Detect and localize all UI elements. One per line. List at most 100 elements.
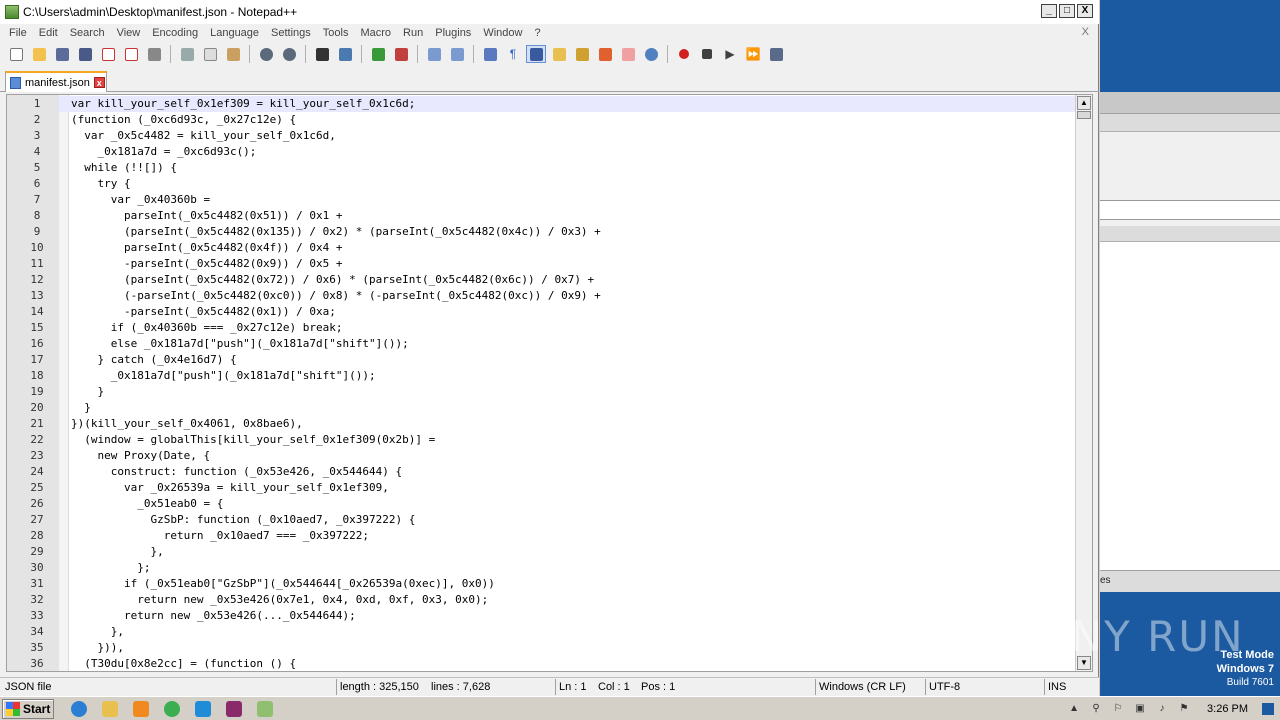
play-macro-icon[interactable]: ▶ — [720, 45, 740, 63]
close-file-icon[interactable] — [98, 45, 118, 63]
close-button[interactable]: X — [1077, 4, 1093, 18]
paste-icon[interactable] — [223, 45, 243, 63]
code-text[interactable]: -parseInt(_0x5c4482(0x9)) / 0x5 + — [71, 256, 343, 272]
vertical-scrollbar[interactable]: ▲ ▼ — [1075, 95, 1092, 671]
code-text[interactable]: (parseInt(_0x5c4482(0x72)) / 0x6) * (par… — [71, 272, 594, 288]
code-text[interactable]: (window = globalThis[kill_your_self_0x1e… — [71, 432, 435, 448]
code-text[interactable]: (parseInt(_0x5c4482(0x135)) / 0x2) * (pa… — [71, 224, 601, 240]
code-text[interactable]: var _0x26539a = kill_your_self_0x1ef309, — [71, 480, 389, 496]
open-file-icon[interactable] — [29, 45, 49, 63]
document-list-icon[interactable] — [618, 45, 638, 63]
code-text[interactable]: if (_0x51eab0["GzSbP"](_0x544644[_0x2653… — [71, 576, 495, 592]
scroll-up-icon[interactable]: ▲ — [1077, 96, 1091, 110]
menu-macro[interactable]: Macro — [354, 27, 397, 39]
flag-icon[interactable]: ⚐ — [1111, 702, 1125, 716]
menu-language[interactable]: Language — [204, 27, 265, 39]
code-line[interactable]: 29 }, — [7, 544, 1077, 560]
code-text[interactable]: if (_0x40360b === _0x27c12e) break; — [71, 320, 343, 336]
code-line[interactable]: 33 return new _0x53e426(..._0x544644); — [7, 608, 1077, 624]
copy-icon[interactable] — [200, 45, 220, 63]
edge-icon[interactable] — [191, 699, 215, 719]
menu-file[interactable]: File — [3, 27, 33, 39]
monitoring-icon[interactable] — [641, 45, 661, 63]
code-text[interactable]: (function (_0xc6d93c, _0x27c12e) { — [71, 112, 296, 128]
status-eol[interactable]: Windows (CR LF) — [819, 681, 906, 693]
action-center-icon[interactable]: ⚑ — [1177, 702, 1191, 716]
code-line[interactable]: 27 GzSbP: function (_0x10aed7, _0x397222… — [7, 512, 1077, 528]
word-wrap-icon[interactable] — [480, 45, 500, 63]
menu-search[interactable]: Search — [64, 27, 111, 39]
folder-as-workspace-icon[interactable] — [595, 45, 615, 63]
status-encoding[interactable]: UTF-8 — [929, 681, 960, 693]
code-text[interactable]: GzSbP: function (_0x10aed7, _0x397222) { — [71, 512, 415, 528]
document-map-icon[interactable] — [549, 45, 569, 63]
code-text[interactable]: parseInt(_0x5c4482(0x51)) / 0x1 + — [71, 208, 343, 224]
zoom-in-icon[interactable] — [368, 45, 388, 63]
code-text[interactable]: }, — [71, 624, 124, 640]
menu-run[interactable]: Run — [397, 27, 429, 39]
code-line[interactable]: 22 (window = globalThis[kill_your_self_0… — [7, 432, 1077, 448]
code-line[interactable]: 6 try { — [7, 176, 1077, 192]
code-line[interactable]: 20 } — [7, 400, 1077, 416]
code-line[interactable]: 26 _0x51eab0 = { — [7, 496, 1077, 512]
volume-icon[interactable]: ♪ — [1155, 702, 1169, 716]
code-line[interactable]: 28 return _0x10aed7 === _0x397222; — [7, 528, 1077, 544]
code-text[interactable]: })), — [71, 640, 124, 656]
code-text[interactable]: else _0x181a7d["push"](_0x181a7d["shift"… — [71, 336, 409, 352]
menu-settings[interactable]: Settings — [265, 27, 317, 39]
code-line[interactable]: 15 if (_0x40360b === _0x27c12e) break; — [7, 320, 1077, 336]
run-macro-multiple-icon[interactable]: ⏩ — [743, 45, 763, 63]
winrar-icon[interactable] — [222, 699, 246, 719]
code-text[interactable]: })(kill_your_self_0x4061, 0x8bae6), — [71, 416, 303, 432]
undo-icon[interactable] — [256, 45, 276, 63]
maximize-button[interactable]: □ — [1059, 4, 1075, 18]
chrome-icon[interactable] — [160, 699, 184, 719]
code-line[interactable]: 17 } catch (_0x4e16d7) { — [7, 352, 1077, 368]
code-line[interactable]: 35 })), — [7, 640, 1077, 656]
show-desktop-icon[interactable] — [1262, 703, 1274, 715]
print-icon[interactable] — [144, 45, 164, 63]
title-bar[interactable]: C:\Users\admin\Desktop\manifest.json - N… — [0, 0, 1099, 24]
code-line[interactable]: 7 var _0x40360b = — [7, 192, 1077, 208]
code-text[interactable]: }, — [71, 544, 163, 560]
record-macro-icon[interactable] — [674, 45, 694, 63]
network-icon[interactable]: ⚲ — [1089, 702, 1103, 716]
code-line[interactable]: 10 parseInt(_0x5c4482(0x4f)) / 0x4 + — [7, 240, 1077, 256]
code-line[interactable]: 2 (function (_0xc6d93c, _0x27c12e) { — [7, 112, 1077, 128]
code-text[interactable]: return new _0x53e426(0x7e1, 0x4, 0xd, 0x… — [71, 592, 488, 608]
code-line[interactable]: 24 construct: function (_0x53e426, _0x54… — [7, 464, 1077, 480]
explorer-folder-icon[interactable] — [98, 699, 122, 719]
code-text[interactable]: try { — [71, 176, 130, 192]
code-text[interactable]: _0x181a7d = _0xc6d93c(); — [71, 144, 256, 160]
find-icon[interactable] — [312, 45, 332, 63]
zoom-out-icon[interactable] — [391, 45, 411, 63]
menu-plugins[interactable]: Plugins — [429, 27, 477, 39]
code-text[interactable]: } catch (_0x4e16d7) { — [71, 352, 236, 368]
function-list-icon[interactable] — [572, 45, 592, 63]
menu-encoding[interactable]: Encoding — [146, 27, 204, 39]
new-file-icon[interactable] — [6, 45, 26, 63]
code-text[interactable]: new Proxy(Date, { — [71, 448, 210, 464]
save-icon[interactable] — [52, 45, 72, 63]
menu-edit[interactable]: Edit — [33, 27, 64, 39]
code-line[interactable]: 9 (parseInt(_0x5c4482(0x135)) / 0x2) * (… — [7, 224, 1077, 240]
code-text[interactable]: parseInt(_0x5c4482(0x4f)) / 0x4 + — [71, 240, 343, 256]
code-text[interactable]: }; — [71, 560, 150, 576]
code-line[interactable]: 3 var _0x5c4482 = kill_your_self_0x1c6d, — [7, 128, 1077, 144]
save-all-icon[interactable] — [75, 45, 95, 63]
code-line[interactable]: 32 return new _0x53e426(0x7e1, 0x4, 0xd,… — [7, 592, 1077, 608]
code-line[interactable]: 4 _0x181a7d = _0xc6d93c(); — [7, 144, 1077, 160]
notepadpp-icon[interactable] — [253, 699, 277, 719]
code-text[interactable]: var _0x40360b = — [71, 192, 210, 208]
media-player-icon[interactable] — [129, 699, 153, 719]
code-text[interactable]: } — [71, 384, 104, 400]
stop-macro-icon[interactable] — [697, 45, 717, 63]
code-line[interactable]: 18 _0x181a7d["push"](_0x181a7d["shift"](… — [7, 368, 1077, 384]
code-text[interactable]: } — [71, 400, 91, 416]
menu-help[interactable]: ? — [528, 27, 546, 39]
scrollbar-thumb[interactable] — [1077, 111, 1091, 119]
show-hidden-icons-icon[interactable]: ▲ — [1067, 702, 1081, 716]
code-line[interactable]: 21})(kill_your_self_0x4061, 0x8bae6), — [7, 416, 1077, 432]
code-line[interactable]: 30 }; — [7, 560, 1077, 576]
code-line[interactable]: 1 var kill_your_self_0x1ef309 = kill_your… — [7, 96, 1077, 112]
